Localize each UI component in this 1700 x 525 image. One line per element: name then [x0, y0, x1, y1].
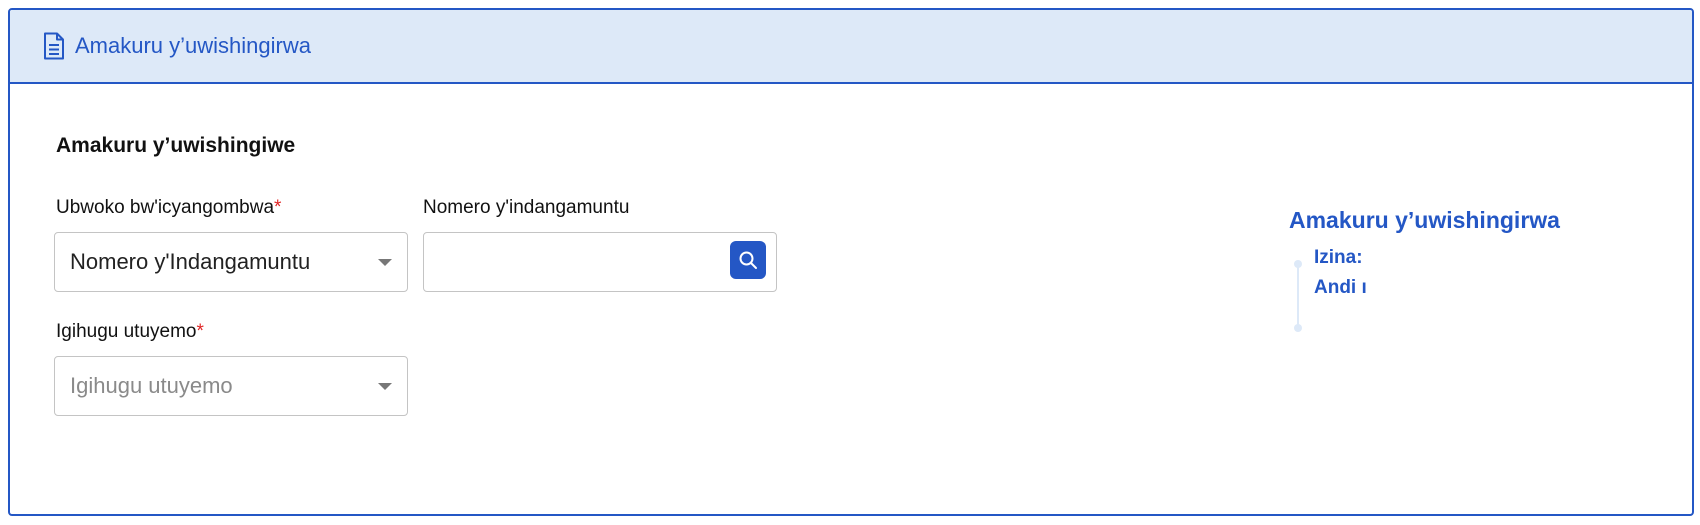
- required-mark: *: [274, 197, 282, 218]
- search-button[interactable]: [730, 241, 766, 279]
- other-info-label: Andi ı: [1314, 277, 1367, 298]
- card-header: Amakuru y’uwishingirwa: [10, 10, 1692, 84]
- timeline-line: [1297, 264, 1299, 328]
- country-label-text: Igihugu utuyemo: [56, 321, 197, 342]
- chevron-down-icon: [378, 259, 392, 266]
- insured-info-title: Amakuru y’uwishingirwa: [1289, 207, 1560, 233]
- timeline-dot-top: [1294, 260, 1302, 268]
- document-icon: [43, 32, 65, 60]
- search-icon: [739, 251, 757, 269]
- card-header-title: Amakuru y’uwishingirwa: [75, 33, 311, 58]
- document-type-label-text: Ubwoko bw'icyangombwa: [56, 197, 275, 218]
- required-mark: *: [196, 321, 204, 342]
- name-label: Izina:: [1314, 247, 1363, 268]
- id-number-input[interactable]: [436, 233, 760, 291]
- country-label: Igihugu utuyemo*: [56, 321, 204, 343]
- document-type-select[interactable]: Nomero y'Indangamuntu: [54, 232, 408, 292]
- document-type-label: Ubwoko bw'icyangombwa*: [56, 197, 281, 219]
- insured-info-card: Amakuru y’uwishingirwa Amakuru y’uwishin…: [8, 8, 1694, 516]
- timeline-dot-bottom: [1294, 324, 1302, 332]
- country-select[interactable]: Igihugu utuyemo: [54, 356, 408, 416]
- id-number-label: Nomero y'indangamuntu: [423, 197, 630, 218]
- country-placeholder: Igihugu utuyemo: [70, 373, 233, 398]
- document-type-value: Nomero y'Indangamuntu: [70, 249, 311, 274]
- id-number-field: [423, 232, 777, 292]
- section-title: Amakuru y’uwishingiwe: [56, 134, 296, 157]
- chevron-down-icon: [378, 383, 392, 390]
